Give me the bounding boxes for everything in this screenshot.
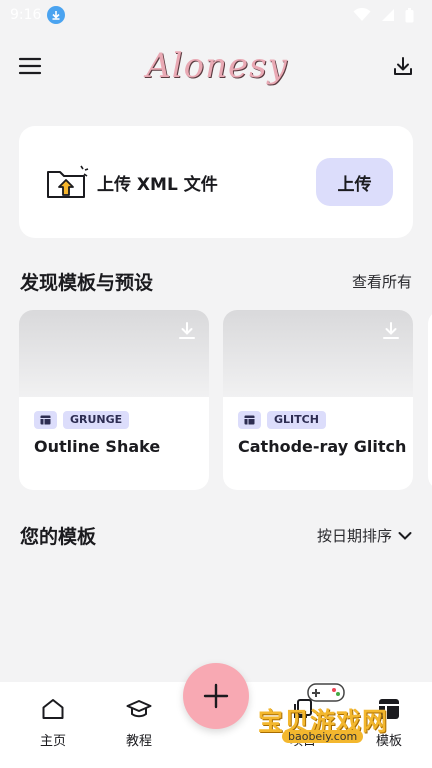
download-notification-icon [47, 6, 66, 24]
template-type-icon [238, 411, 261, 429]
download-icon[interactable] [392, 55, 414, 77]
wifi-icon [353, 8, 371, 21]
watermark: 宝贝游戏网 baobeiy.com [256, 680, 406, 762]
folder-upload-icon [47, 165, 89, 198]
battery-icon [405, 7, 414, 22]
nav-home[interactable]: 主页 [10, 682, 96, 768]
discover-heading: 发现模板与预设 [20, 272, 154, 294]
your-templates-header: 您的模板 按日期排序 [20, 522, 412, 549]
plus-icon [203, 683, 229, 709]
template-name: Cathode-ray Glitch [238, 437, 407, 456]
create-fab-button[interactable] [183, 663, 249, 729]
app-bar: Alonesy [0, 38, 432, 94]
download-icon[interactable] [383, 322, 399, 340]
template-card[interactable]: GLITCH Cathode-ray Glitch [223, 310, 413, 490]
nav-label: 主页 [39, 734, 66, 749]
home-icon [42, 699, 64, 719]
sort-dropdown[interactable]: 按日期排序 [317, 525, 412, 546]
discover-header: 发现模板与预设 查看所有 [20, 268, 412, 295]
template-type-icon [34, 411, 57, 429]
nav-label: 教程 [125, 734, 152, 749]
template-carousel[interactable]: GRUNGE Outline Shake GLITCH Cathode-ray … [19, 310, 432, 490]
status-bar: 9:16 [0, 0, 432, 30]
upload-button[interactable]: 上传 [316, 158, 393, 206]
template-thumbnail [19, 310, 209, 397]
category-tag: GLITCH [267, 411, 326, 429]
see-all-link[interactable]: 查看所有 [352, 271, 412, 292]
download-icon[interactable] [179, 322, 195, 340]
signal-icon [382, 9, 394, 21]
app-logo: Alonesy [146, 46, 288, 86]
status-time: 9:16 [10, 7, 42, 23]
category-tag: GRUNGE [63, 411, 130, 429]
template-name: Outline Shake [34, 437, 161, 456]
graduation-cap-icon [126, 700, 152, 718]
upload-xml-card: 上传 XML 文件 上传 [19, 126, 413, 238]
template-card[interactable]: GRUNGE Outline Shake [19, 310, 209, 490]
watermark-url: baobeiy.com [282, 730, 364, 743]
your-templates-heading: 您的模板 [20, 526, 97, 548]
template-card-peek[interactable] [428, 310, 432, 490]
menu-icon[interactable] [18, 56, 42, 76]
template-thumbnail [223, 310, 413, 397]
chevron-down-icon [398, 531, 412, 540]
gamepad-icon [307, 683, 345, 702]
upload-title: 上传 XML 文件 [97, 174, 218, 195]
sort-label: 按日期排序 [316, 527, 392, 545]
nav-tutorials[interactable]: 教程 [96, 682, 182, 768]
